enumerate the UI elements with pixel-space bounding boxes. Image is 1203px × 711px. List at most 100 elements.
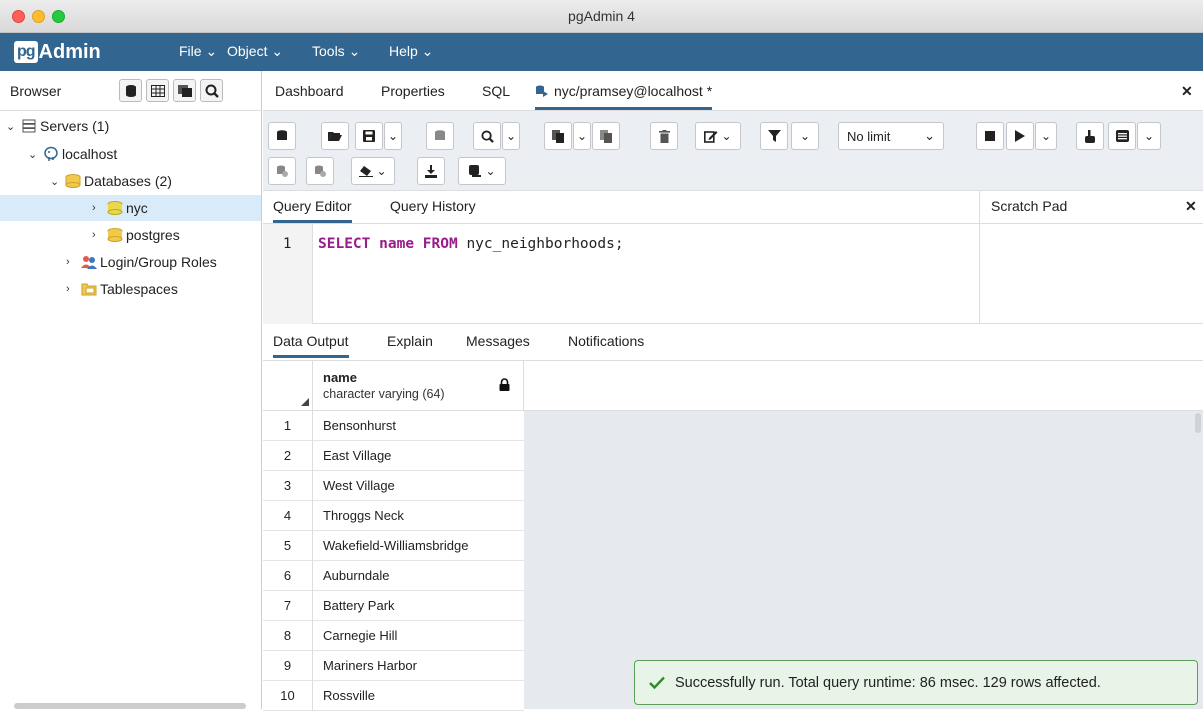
- sql-code-line[interactable]: SELECT name FROM nyc_neighborhoods;: [318, 236, 624, 252]
- save-data-icon[interactable]: [426, 122, 454, 150]
- copy-icon[interactable]: [544, 122, 572, 150]
- view-data-icon[interactable]: [146, 79, 169, 102]
- commit-icon[interactable]: [268, 157, 296, 185]
- table-row[interactable]: 6 Auburndale: [263, 561, 524, 591]
- cell-name[interactable]: Throggs Neck: [323, 501, 404, 531]
- window-title: pgAdmin 4: [568, 8, 635, 24]
- find-options-chevron-icon[interactable]: ⌄: [502, 122, 520, 150]
- table-row[interactable]: 1 Bensonhurst: [263, 411, 524, 441]
- cell-name[interactable]: Bensonhurst: [323, 411, 396, 441]
- stop-icon[interactable]: [976, 122, 1004, 150]
- column-header-name[interactable]: name character varying (64): [313, 361, 524, 411]
- cell-name[interactable]: Carnegie Hill: [323, 621, 397, 651]
- clear-icon[interactable]: ⌄: [351, 157, 395, 185]
- chevron-right-icon[interactable]: ›: [92, 202, 106, 214]
- tab-data-output[interactable]: Data Output: [273, 333, 349, 358]
- rollback-icon[interactable]: [306, 157, 334, 185]
- tab-explain[interactable]: Explain: [387, 333, 433, 349]
- tab-sql[interactable]: SQL: [482, 83, 510, 99]
- table-row[interactable]: 5 Wakefield-Williamsbridge: [263, 531, 524, 561]
- browser-tree: ⌄ Servers (1) ⌄ localhost ⌄ Databases (2…: [0, 111, 262, 709]
- table-row[interactable]: 7 Battery Park: [263, 591, 524, 621]
- query-toolbar: ⌄ ⌄ ⌄ ⌄ ⌄ No limit ⌄ ⌄ ⌄ ⌄ ⌄: [263, 111, 1203, 191]
- download-icon[interactable]: [417, 157, 445, 185]
- execute-icon[interactable]: [1006, 122, 1034, 150]
- row-limit-select[interactable]: No limit ⌄: [838, 122, 944, 150]
- tab-notifications[interactable]: Notifications: [568, 333, 644, 349]
- search-icon[interactable]: [200, 79, 223, 102]
- cell-name[interactable]: West Village: [323, 471, 395, 501]
- paste-icon[interactable]: [592, 122, 620, 150]
- row-number: 8: [263, 621, 313, 651]
- status-toast[interactable]: Successfully run. Total query runtime: 8…: [634, 660, 1198, 705]
- table-row[interactable]: 10 Rossville: [263, 681, 524, 711]
- tree-node-nyc[interactable]: › nyc: [92, 195, 148, 221]
- table-row[interactable]: 2 East Village: [263, 441, 524, 471]
- row-number: 9: [263, 651, 313, 681]
- tree-horizontal-scrollbar[interactable]: [14, 703, 246, 709]
- browser-panel-header: Browser: [0, 71, 262, 111]
- filter-options-chevron-icon[interactable]: ⌄: [791, 122, 819, 150]
- table-row[interactable]: 3 West Village: [263, 471, 524, 501]
- scratch-pad-textarea[interactable]: [979, 224, 1203, 324]
- chevron-right-icon[interactable]: ›: [92, 229, 106, 241]
- delete-icon[interactable]: [650, 122, 678, 150]
- cell-name[interactable]: East Village: [323, 441, 391, 471]
- find-icon[interactable]: [473, 122, 501, 150]
- save-options-chevron-icon[interactable]: ⌄: [384, 122, 402, 150]
- close-tab-icon[interactable]: ✕: [1181, 83, 1193, 100]
- copy-options-chevron-icon[interactable]: ⌄: [573, 122, 591, 150]
- row-number: 5: [263, 531, 313, 561]
- tree-label-databases: Databases (2): [84, 173, 172, 189]
- select-all-corner[interactable]: [263, 361, 313, 411]
- tree-node-localhost[interactable]: ⌄ localhost: [28, 141, 117, 167]
- menu-tools[interactable]: Tools ⌄: [312, 43, 360, 60]
- tab-messages[interactable]: Messages: [466, 333, 530, 349]
- tab-properties[interactable]: Properties: [381, 83, 445, 99]
- table-row[interactable]: 4 Throggs Neck: [263, 501, 524, 531]
- row-number: 10: [263, 681, 313, 711]
- chevron-down-icon[interactable]: ⌄: [50, 175, 64, 188]
- query-tool-icon[interactable]: [119, 79, 142, 102]
- tab-query-tool[interactable]: nyc/pramsey@localhost *: [535, 83, 713, 110]
- database-icon: [106, 200, 124, 216]
- open-file-icon[interactable]: [321, 122, 349, 150]
- table-row[interactable]: 8 Carnegie Hill: [263, 621, 524, 651]
- menu-object[interactable]: Object ⌄: [227, 43, 283, 60]
- tab-query-history[interactable]: Query History: [390, 198, 476, 214]
- tree-node-login-roles[interactable]: › Login/Group Roles: [66, 249, 217, 275]
- explain-options-chevron-icon[interactable]: ⌄: [1137, 122, 1161, 150]
- cell-name[interactable]: Battery Park: [323, 591, 395, 621]
- close-scratch-pad-icon[interactable]: ✕: [1185, 198, 1197, 215]
- chevron-right-icon[interactable]: ›: [66, 283, 80, 295]
- explain-icon[interactable]: [1076, 122, 1104, 150]
- row-number: 1: [263, 411, 313, 441]
- cell-name[interactable]: Wakefield-Williamsbridge: [323, 531, 468, 561]
- tab-query-editor[interactable]: Query Editor: [273, 198, 352, 223]
- tab-dashboard[interactable]: Dashboard: [275, 83, 344, 99]
- macros-icon[interactable]: ⌄: [458, 157, 506, 185]
- grid-header: name character varying (64): [263, 361, 1203, 411]
- sql-editor[interactable]: 1 SELECT name FROM nyc_neighborhoods;: [263, 224, 979, 324]
- connection-status-icon[interactable]: [268, 122, 296, 150]
- chevron-down-icon[interactable]: ⌄: [6, 120, 20, 133]
- filter-icon[interactable]: [760, 122, 788, 150]
- execute-options-chevron-icon[interactable]: ⌄: [1035, 122, 1057, 150]
- cell-name[interactable]: Auburndale: [323, 561, 390, 591]
- menu-help[interactable]: Help ⌄: [389, 43, 433, 60]
- save-icon[interactable]: [355, 122, 383, 150]
- table-row[interactable]: 9 Mariners Harbor: [263, 651, 524, 681]
- cell-name[interactable]: Rossville: [323, 681, 375, 711]
- tree-node-databases[interactable]: ⌄ Databases (2): [50, 168, 172, 194]
- tree-node-servers[interactable]: ⌄ Servers (1): [6, 113, 109, 139]
- cell-name[interactable]: Mariners Harbor: [323, 651, 417, 681]
- tree-node-postgres[interactable]: › postgres: [92, 222, 180, 248]
- grid-vertical-scrollbar[interactable]: [1195, 413, 1201, 433]
- chevron-right-icon[interactable]: ›: [66, 256, 80, 268]
- explain-analyze-icon[interactable]: [1108, 122, 1136, 150]
- tree-node-tablespaces[interactable]: › Tablespaces: [66, 276, 178, 302]
- filter-rows-icon[interactable]: [173, 79, 196, 102]
- menu-file[interactable]: File ⌄: [179, 43, 217, 60]
- edit-icon[interactable]: ⌄: [695, 122, 741, 150]
- chevron-down-icon[interactable]: ⌄: [28, 148, 42, 161]
